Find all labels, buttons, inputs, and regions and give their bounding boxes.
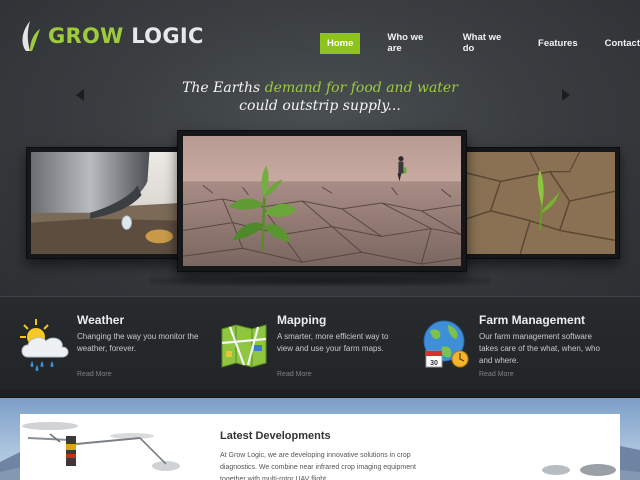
features-band: Weather Changing the way you monitor the… xyxy=(0,296,640,390)
feature-weather-description: Changing the way you monitor the weather… xyxy=(77,332,199,353)
feature-mapping-read-more[interactable]: Read More xyxy=(277,371,312,378)
nav-contact[interactable]: Contact xyxy=(605,38,640,49)
nav-features[interactable]: Features xyxy=(538,38,578,49)
slide-right[interactable] xyxy=(456,147,620,259)
feature-farm-read-more[interactable]: Read More xyxy=(479,371,514,378)
slide-center[interactable] xyxy=(177,130,467,272)
nav-what-we-do[interactable]: What we do xyxy=(463,32,511,54)
feature-mapping-title: Mapping xyxy=(277,313,327,327)
leaf-logo-icon xyxy=(22,21,40,51)
feature-weather-title: Weather xyxy=(77,313,125,327)
slide-image-cracked-earth xyxy=(183,136,461,266)
svg-text:30: 30 xyxy=(430,360,438,367)
feature-weather-read-more[interactable]: Read More xyxy=(77,371,112,378)
latest-title: Latest Developments xyxy=(220,430,331,442)
uav-drone-image xyxy=(22,422,180,471)
logo-text: GROW LOGIC xyxy=(48,24,204,48)
latest-section-background: Latest Developments At Grow Logic, we ar… xyxy=(0,398,640,480)
tagline-highlight: demand for food and water xyxy=(264,80,458,96)
logo[interactable]: GROW LOGIC xyxy=(18,18,204,54)
globe-calendar-icon: 30 xyxy=(423,320,469,368)
feature-farm-description: Our farm management software takes care … xyxy=(479,332,600,365)
map-icon xyxy=(221,324,267,368)
section-divider xyxy=(0,390,640,398)
latest-panel: Latest Developments At Grow Logic, we ar… xyxy=(20,414,620,480)
slide-image-dry-soil-sprout xyxy=(461,152,615,254)
slide-image-water-tap xyxy=(31,152,181,254)
slide-left[interactable] xyxy=(26,147,186,259)
feature-weather: Weather Changing the way you monitor the… xyxy=(18,297,208,391)
slider-shadow xyxy=(150,276,490,286)
feature-farm-management: 30 Farm Management Our farm management s… xyxy=(420,297,610,391)
logo-text-grow: GROW xyxy=(48,24,124,48)
logo-text-logic: LOGIC xyxy=(123,24,204,48)
nav-who-we-are[interactable]: Who we are xyxy=(387,32,435,54)
main-nav: Home Who we are What we do Features Cont… xyxy=(320,32,640,54)
feature-mapping-description: A smarter, more efficient way to view an… xyxy=(277,332,389,353)
weather-icon xyxy=(20,319,69,371)
tagline-start: The Earths xyxy=(182,80,265,96)
hero-tagline: The Earths demand for food and water cou… xyxy=(0,79,640,115)
tagline-line2: could outstrip supply... xyxy=(239,98,401,114)
latest-text: At Grow Logic, we are developing innovat… xyxy=(220,452,416,480)
feature-farm-title: Farm Management xyxy=(479,313,586,327)
uav-rotor-right xyxy=(542,464,616,476)
feature-mapping: Mapping A smarter, more efficient way to… xyxy=(218,297,408,391)
hero-section: GROW LOGIC Home Who we are What we do Fe… xyxy=(0,0,640,296)
nav-home[interactable]: Home xyxy=(320,32,361,54)
